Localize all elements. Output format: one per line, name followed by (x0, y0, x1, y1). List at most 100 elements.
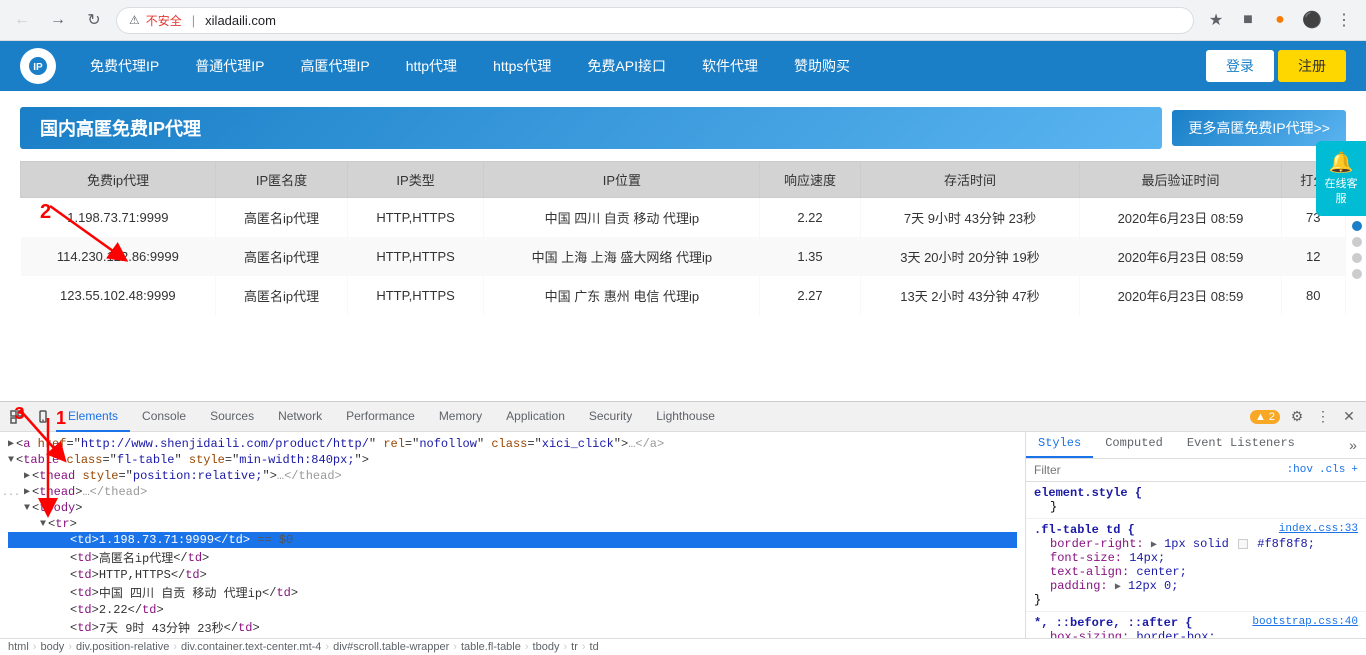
devtools-close-btn[interactable]: ✕ (1336, 404, 1362, 430)
devtools-tab-sources[interactable]: Sources (198, 402, 266, 432)
dom-line-11[interactable]: <td>2.22</td> (8, 602, 1017, 618)
filter-hov[interactable]: :hov (1287, 464, 1313, 476)
browser-actions: ★ ■ ● ⚫ ⋮ (1202, 6, 1358, 34)
devtools-tab-memory[interactable]: Memory (427, 402, 494, 432)
devtools-tab-application[interactable]: Application (494, 402, 577, 432)
toggle-arrow[interactable]: ▶ (8, 438, 14, 450)
cell-1-1: 高匿名ip代理 (216, 237, 348, 276)
dom-line-12[interactable]: <td>7天 9时 43分钟 23秒</td> (8, 618, 1017, 637)
extension2-button[interactable]: ● (1266, 6, 1294, 34)
devtools-mobile-btn[interactable] (30, 404, 56, 430)
dom-line-4[interactable]: ▶ <thead>…</thead> (8, 484, 1017, 500)
cell-1-0: 114.230.122.86:9999 (21, 237, 216, 276)
col-location: IP位置 (484, 162, 760, 198)
toggle-arrow-5[interactable]: ▼ (24, 503, 30, 514)
nav-software[interactable]: 软件代理 (684, 41, 776, 91)
dot-4 (1352, 269, 1362, 279)
nav-sponsor[interactable]: 赞助购买 (776, 41, 868, 91)
nav-free-proxy[interactable]: 免费代理IP (72, 41, 177, 91)
ip-table: 免费ip代理 IP匿名度 IP类型 IP位置 响应速度 存活时间 最后验证时间 … (20, 161, 1346, 315)
warning-badge: ▲ 2 (1250, 410, 1280, 424)
dom-line-9[interactable]: <td>HTTP,HTTPS</td> (8, 567, 1017, 583)
back-button[interactable]: ← (8, 6, 36, 34)
toggle-arrow-3[interactable]: ▶ (24, 470, 30, 482)
cell-2-4: 2.27 (760, 276, 860, 315)
devtools-tab-security[interactable]: Security (577, 402, 644, 432)
nav-normal-proxy[interactable]: 普通代理IP (177, 41, 282, 91)
devtools-panel: Elements Console Sources Network Perform… (0, 401, 1366, 655)
toggle-arrow-2[interactable]: ▼ (8, 455, 14, 466)
dot-1 (1352, 221, 1362, 231)
status-div-position[interactable]: div.position-relative (76, 641, 169, 653)
col-ip: 免费ip代理 (21, 162, 216, 198)
svg-text:IP: IP (33, 62, 43, 73)
cell-1-4: 1.35 (760, 237, 860, 276)
toggle-arrow-6[interactable]: ▼ (40, 519, 46, 530)
css-block-fl-table: .fl-table td { index.css:33 border-right… (1026, 519, 1366, 612)
table-row[interactable]: 1.198.73.71:9999高匿名ip代理HTTP,HTTPS中国 四川 自… (21, 198, 1346, 238)
devtools-inspect-btn[interactable] (4, 404, 30, 430)
login-button[interactable]: 登录 (1206, 50, 1274, 82)
side-float-button[interactable]: 🔔 在线客服 (1316, 141, 1366, 216)
cell-2-7: 80 (1281, 276, 1345, 315)
devtools-tab-performance[interactable]: Performance (334, 402, 427, 432)
nav-https-proxy[interactable]: https代理 (475, 41, 569, 91)
styles-filter-input[interactable] (1034, 463, 1281, 477)
table-row[interactable]: 123.55.102.48:9999高匿名ip代理HTTP,HTTPS中国 广东… (21, 276, 1346, 315)
dom-line-1[interactable]: ▶ <a href="http://www.shenjidaili.com/pr… (8, 436, 1017, 452)
dom-line-6[interactable]: ▼ <tr> (8, 516, 1017, 532)
cell-1-6: 2020年6月23日 08:59 (1080, 237, 1281, 276)
devtools-more-btn[interactable]: ⋮ (1310, 404, 1336, 430)
dom-line-7-selected[interactable]: <td>1.198.73.71:9999</td> == $0 (8, 532, 1017, 548)
security-icon: ⚠ (129, 13, 140, 27)
filter-cls[interactable]: .cls (1319, 464, 1345, 476)
dot-3 (1352, 253, 1362, 263)
bookmark-button[interactable]: ★ (1202, 6, 1230, 34)
refresh-button[interactable]: ↻ (80, 6, 108, 34)
status-td[interactable]: td (590, 641, 599, 653)
css-source-3[interactable]: bootstrap.css:40 (1252, 616, 1358, 630)
address-bar[interactable]: ⚠ 不安全 | xiladaili.com (116, 7, 1194, 34)
col-verified: 最后验证时间 (1080, 162, 1281, 198)
css-prop-font-size: font-size: 14px; (1034, 551, 1358, 565)
toggle-arrow-4[interactable]: ▶ (24, 486, 30, 498)
table-row[interactable]: 114.230.122.86:9999高匿名ip代理HTTP,HTTPS中国 上… (21, 237, 1346, 276)
filter-plus[interactable]: + (1351, 464, 1358, 476)
style-tab-styles[interactable]: Styles (1026, 432, 1093, 458)
css-source-2[interactable]: index.css:33 (1279, 523, 1358, 537)
menu-button[interactable]: ⋮ (1330, 6, 1358, 34)
styles-expand-btn[interactable]: » (1340, 432, 1366, 458)
nav-high-proxy[interactable]: 高匿代理IP (282, 41, 387, 91)
style-tab-event-listeners[interactable]: Event Listeners (1175, 432, 1307, 458)
dom-line-10[interactable]: <td>中国 四川 自贡 移动 代理ip</td> (8, 583, 1017, 602)
devtools-tab-lighthouse[interactable]: Lighthouse (644, 402, 727, 432)
dom-line-8[interactable]: <td>高匿名ip代理</td> (8, 548, 1017, 567)
side-float-label: 在线客服 (1325, 178, 1358, 205)
devtools-tab-console[interactable]: Console (130, 402, 198, 432)
cell-0-6: 2020年6月23日 08:59 (1080, 198, 1281, 238)
dom-line-3[interactable]: ▶ <thead style="position:relative;">…</t… (8, 468, 1017, 484)
style-tab-computed[interactable]: Computed (1093, 432, 1175, 458)
nav-api[interactable]: 免费API接口 (569, 41, 684, 91)
extension1-button[interactable]: ■ (1234, 6, 1262, 34)
devtools-settings-btn[interactable]: ⚙ (1284, 404, 1310, 430)
profile-button[interactable]: ⚫ (1298, 6, 1326, 34)
col-alive: 存活时间 (860, 162, 1080, 198)
status-tbody[interactable]: tbody (533, 641, 560, 653)
dom-line-2[interactable]: ▼ <table class="fl-table" style="min-wid… (8, 452, 1017, 468)
site-logo: IP (20, 48, 56, 84)
forward-button[interactable]: → (44, 6, 72, 34)
nav-http-proxy[interactable]: http代理 (388, 41, 475, 91)
status-div-scroll[interactable]: div#scroll.table-wrapper (333, 641, 449, 653)
register-button[interactable]: 注册 (1278, 50, 1346, 82)
devtools-tab-network[interactable]: Network (266, 402, 334, 432)
status-tr[interactable]: tr (571, 641, 578, 653)
devtools-toolbar: Elements Console Sources Network Perform… (0, 402, 1366, 432)
status-div-container[interactable]: div.container.text-center.mt-4 (181, 641, 321, 653)
status-table[interactable]: table.fl-table (461, 641, 521, 653)
status-html[interactable]: html (8, 641, 29, 653)
devtools-tab-elements[interactable]: Elements (56, 402, 130, 432)
dom-line-5[interactable]: ▼ <tbody> (8, 500, 1017, 516)
status-body[interactable]: body (40, 641, 64, 653)
cell-2-3: 中国 广东 惠州 电信 代理ip (484, 276, 760, 315)
